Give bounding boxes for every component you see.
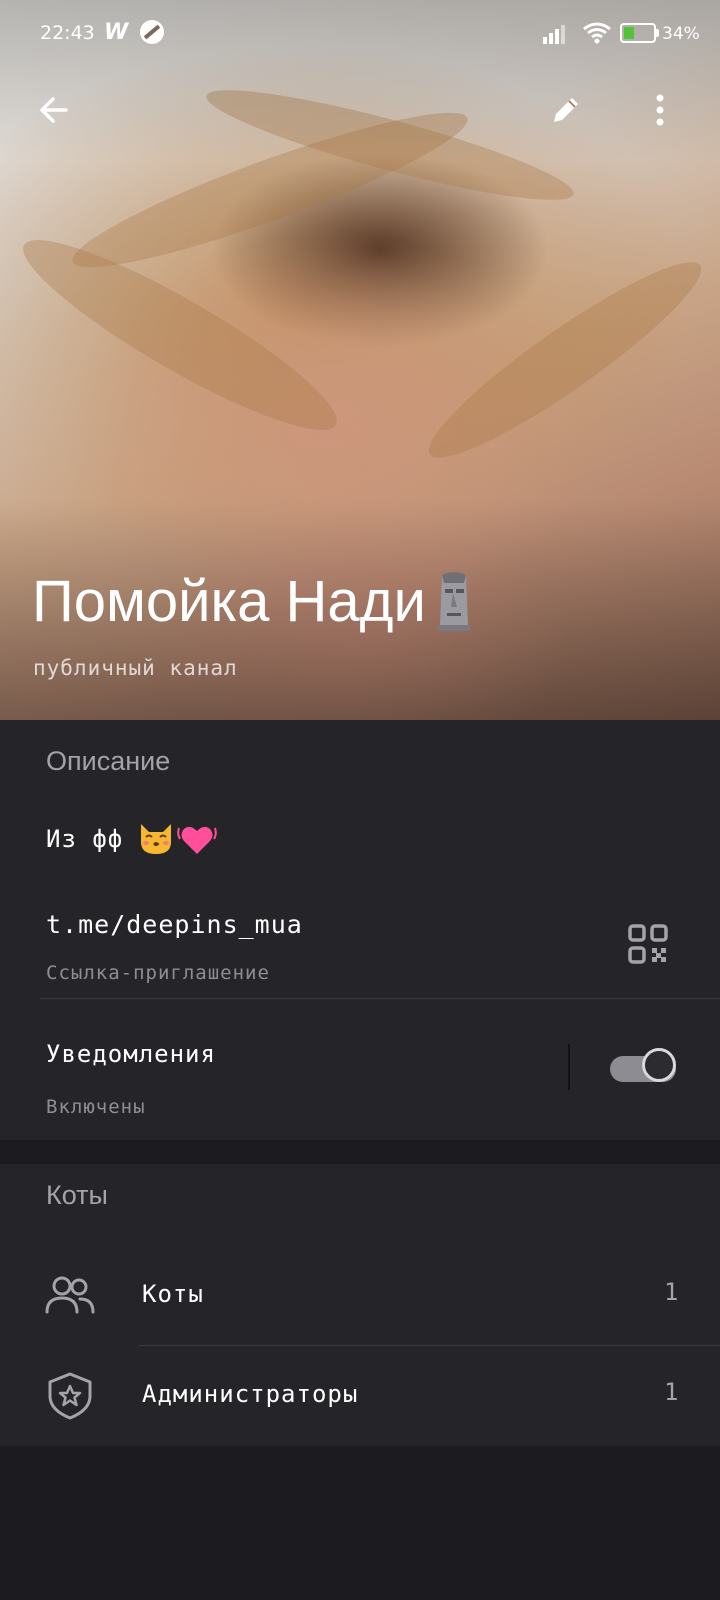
channel-type-label: публичный канал	[33, 656, 238, 680]
battery-level	[624, 27, 634, 39]
invite-link[interactable]: t.me/deepins_mua	[46, 910, 303, 939]
subscribers-count: 1	[664, 1278, 680, 1306]
notifications-toggle[interactable]	[610, 1048, 678, 1088]
description-text: Из фф	[46, 820, 218, 858]
moai-emoji-icon	[437, 571, 470, 631]
channel-title: Помойка Нади	[32, 568, 474, 637]
members-card: Коты Коты 1 Администраторы 1	[0, 1164, 720, 1446]
battery-percent: 34%	[662, 24, 700, 44]
subscribers-label: Коты	[142, 1280, 204, 1308]
administrators-row[interactable]: Администраторы 1	[0, 1346, 720, 1446]
subscribers-row[interactable]: Коты 1	[0, 1246, 720, 1346]
more-options-button[interactable]	[636, 86, 684, 134]
app-notification-icon: W	[104, 20, 129, 45]
status-time: 22:43	[40, 22, 95, 44]
qr-code-icon[interactable]	[624, 920, 672, 968]
beating-heart-emoji-icon	[177, 826, 218, 854]
divider	[40, 998, 720, 999]
more-vertical-icon	[656, 94, 664, 126]
notifications-row[interactable]: Уведомления Включены	[0, 1000, 720, 1140]
notifications-status: Включены	[46, 1096, 146, 1118]
people-icon	[45, 1276, 95, 1314]
administrators-label: Администраторы	[142, 1380, 359, 1408]
invite-link-row[interactable]: t.me/deepins_mua Ссылка-приглашение	[0, 880, 720, 1004]
administrators-count: 1	[664, 1378, 680, 1406]
shield-star-icon	[48, 1372, 92, 1420]
vertical-separator	[568, 1044, 570, 1090]
description-heading: Описание	[46, 746, 171, 776]
info-card: Описание Из фф t.me/deepins_mua Ссылка-п…	[0, 720, 720, 1140]
back-button[interactable]	[30, 86, 78, 134]
pencil-icon	[554, 98, 578, 122]
members-heading: Коты	[46, 1180, 108, 1210]
kissing-cat-emoji-icon	[141, 824, 172, 854]
notifications-title: Уведомления	[46, 1040, 216, 1068]
edit-button[interactable]	[542, 86, 590, 134]
arrow-left-icon	[40, 97, 68, 123]
blocked-notification-icon	[140, 20, 164, 44]
invite-link-label: Ссылка-приглашение	[46, 962, 270, 984]
battery-icon	[620, 23, 656, 43]
toggle-knob	[642, 1048, 676, 1082]
description-value: Из фф	[46, 825, 124, 853]
signal-icon	[543, 25, 565, 44]
wifi-icon	[583, 22, 611, 44]
status-bar: 22:43 W 34%	[0, 0, 720, 70]
channel-name: Помойка Нади	[32, 569, 426, 634]
